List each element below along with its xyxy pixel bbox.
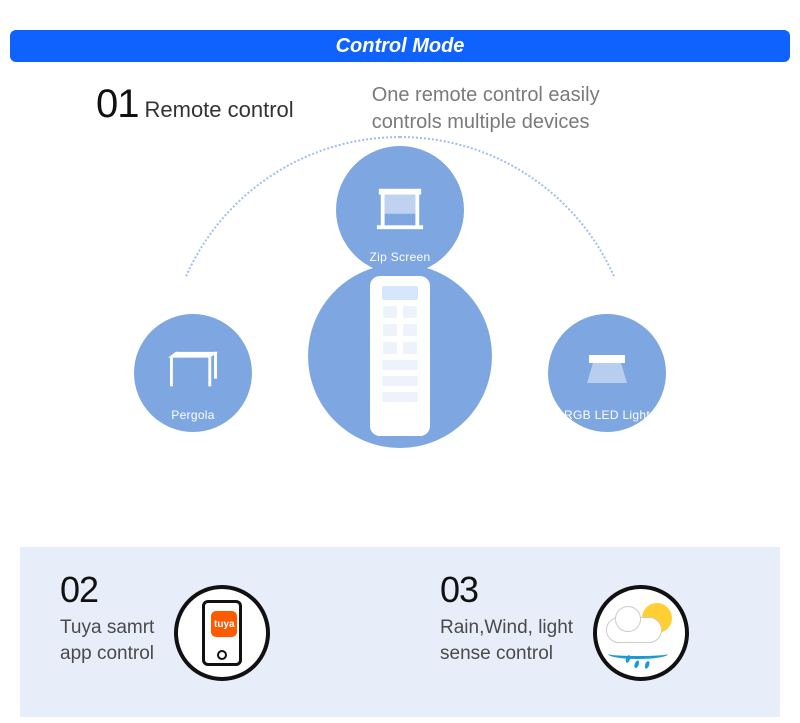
mode-03-block: 03 Rain,Wind, light sense control (400, 569, 780, 717)
tuya-app-icon: tuya (174, 585, 270, 681)
bottom-modes-row: 02 Tuya samrt app control tuya 03 Rain,W… (20, 547, 780, 717)
mode-01-header: 01 Remote control One remote control eas… (0, 76, 800, 136)
mode-02-line1: Tuya samrt (60, 615, 154, 641)
mode-01-description: One remote control easily controls multi… (372, 82, 672, 136)
node-zip-screen-label: Zip Screen (369, 250, 430, 264)
node-rgb-light-label: RGB LED Light (564, 408, 650, 422)
mode-02-number: 02 (60, 569, 154, 611)
sun-cloud-rain-icon (606, 603, 676, 663)
zip-screen-icon (371, 183, 429, 233)
remote-control-diagram: Zip Screen Pergola RGB LED Light (0, 136, 800, 476)
mode-03-line1: Rain,Wind, light (440, 615, 573, 641)
tuya-badge: tuya (211, 611, 237, 637)
pergola-icon (161, 348, 225, 394)
mode-03-number: 03 (440, 569, 573, 611)
mode-01-title: Remote control (145, 97, 294, 123)
node-pergola: Pergola (134, 314, 252, 432)
mode-02-block: 02 Tuya samrt app control tuya (20, 569, 400, 717)
phone-icon: tuya (202, 600, 242, 666)
mode-03-line2: sense control (440, 641, 573, 667)
node-zip-screen: Zip Screen (336, 146, 464, 274)
node-pergola-label: Pergola (171, 408, 214, 422)
section-header-banner: Control Mode (10, 30, 790, 62)
mode-01-title-block: 01 Remote control (96, 82, 294, 127)
node-remote-center (308, 264, 492, 448)
node-rgb-light: RGB LED Light (548, 314, 666, 432)
mode-01-number: 01 (96, 82, 139, 127)
mode-02-text: 02 Tuya samrt app control (60, 569, 154, 666)
rgb-light-icon (579, 349, 635, 393)
mode-03-text: 03 Rain,Wind, light sense control (440, 569, 573, 666)
weather-sense-icon (593, 585, 689, 681)
remote-control-icon (370, 276, 430, 436)
mode-02-line2: app control (60, 641, 154, 667)
